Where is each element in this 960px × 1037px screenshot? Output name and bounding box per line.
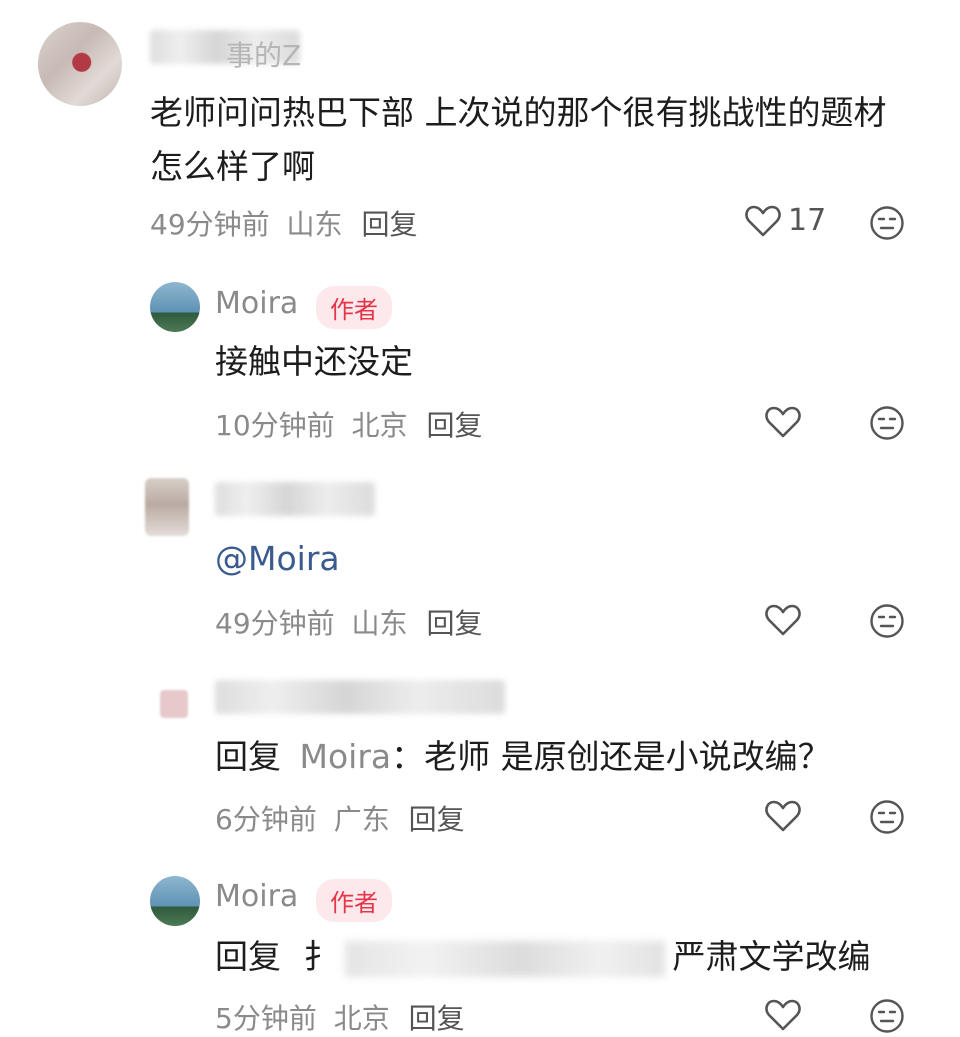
- mention-text[interactable]: @Moira: [215, 532, 340, 586]
- avatar[interactable]: [145, 478, 189, 536]
- comment-body: 回复 扌 严肃文学改编: [215, 930, 871, 984]
- neutral-face-icon[interactable]: [869, 205, 905, 241]
- neutral-face-icon[interactable]: [869, 998, 905, 1034]
- timestamp: 10分钟前: [215, 409, 335, 442]
- avatar[interactable]: [38, 22, 122, 106]
- heart-outline-icon[interactable]: [765, 799, 801, 833]
- username-partial[interactable]: 事的Z: [226, 34, 301, 74]
- author-badge: 作者: [316, 879, 392, 922]
- comment-meta: 5分钟前 北京 回复: [215, 997, 465, 1037]
- comment-body: 接触中还没定: [215, 342, 413, 381]
- reply-target-partial[interactable]: 扌: [304, 937, 337, 976]
- location: 北京: [351, 409, 408, 442]
- heart-outline-icon[interactable]: [765, 405, 801, 439]
- avatar[interactable]: [150, 282, 200, 332]
- timestamp: 49分钟前: [215, 607, 335, 640]
- blurred-username: [215, 482, 375, 516]
- comment-meta: 49分钟前 山东 回复: [150, 203, 417, 243]
- timestamp: 5分钟前: [215, 1002, 317, 1035]
- heart-outline-icon[interactable]: [765, 998, 801, 1032]
- comment-body: 回复 Moira：老师 是原创还是小说改编？: [215, 730, 831, 784]
- heart-outline-icon[interactable]: [765, 603, 801, 637]
- timestamp: 49分钟前: [150, 208, 270, 241]
- heart-outline-icon[interactable]: [745, 204, 781, 238]
- timestamp: 6分钟前: [215, 803, 317, 836]
- reply-text: ：老师 是原创还是小说改编？: [391, 737, 831, 776]
- blurred-username: [215, 680, 505, 714]
- location: 山东: [286, 208, 343, 241]
- location: 北京: [333, 1002, 390, 1035]
- avatar[interactable]: [160, 690, 188, 718]
- location: 山东: [351, 607, 408, 640]
- reply-button[interactable]: 回复: [409, 1002, 465, 1035]
- neutral-face-icon[interactable]: [869, 603, 905, 639]
- username[interactable]: Moira: [215, 286, 298, 321]
- reply-prefix: 回复: [215, 737, 281, 776]
- neutral-face-icon[interactable]: [869, 799, 905, 835]
- reply-button[interactable]: 回复: [426, 607, 482, 640]
- reply-text: 严肃文学改编: [672, 937, 871, 976]
- reply-prefix: 回复: [215, 937, 281, 976]
- neutral-face-icon[interactable]: [869, 405, 905, 441]
- comment-meta: 49分钟前 山东 回复: [215, 602, 482, 642]
- comment-meta: 10分钟前 北京 回复: [215, 404, 482, 444]
- reply-button[interactable]: 回复: [361, 208, 417, 241]
- username[interactable]: Moira: [215, 879, 298, 914]
- reply-button[interactable]: 回复: [426, 409, 482, 442]
- comment-meta: 6分钟前 广东 回复: [215, 798, 465, 838]
- comment-body: 老师问问热巴下部 上次说的那个很有挑战性的题材怎么样了啊: [150, 93, 887, 186]
- author-badge: 作者: [316, 286, 392, 329]
- blurred-text: [344, 940, 665, 977]
- like-count: 17: [788, 203, 827, 238]
- reply-button[interactable]: 回复: [409, 803, 465, 836]
- reply-target[interactable]: Moira: [300, 737, 392, 776]
- avatar[interactable]: [150, 876, 200, 926]
- location: 广东: [333, 803, 390, 836]
